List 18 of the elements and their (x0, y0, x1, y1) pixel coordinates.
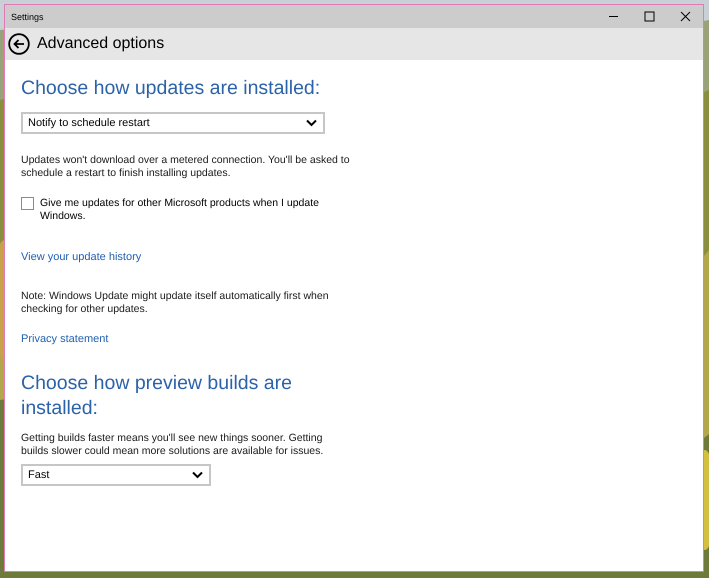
maximize-icon (644, 11, 654, 22)
checkbox[interactable] (21, 197, 34, 210)
page-title: Advanced options (37, 35, 164, 53)
section-heading: Choose how preview builds are installed: (21, 371, 293, 421)
dropdown[interactable]: Notify to schedule restart (21, 112, 325, 134)
description-text: Note: Windows Update might update itself automatically first when checking for other updates. (21, 290, 330, 316)
chevron-down-icon (192, 471, 203, 479)
link[interactable]: View your update history (21, 251, 142, 264)
close-icon (680, 11, 690, 22)
description-text: Getting builds faster means you'll see new things sooner. Getting builds slower could mean more solutions are available for issues. (21, 432, 324, 458)
checkbox-label: Give me updates for other Microsoft products when I update Windows. (40, 197, 320, 223)
window-title: Settings (11, 12, 44, 22)
chevron-down-icon (306, 119, 317, 127)
back-button[interactable] (8, 33, 30, 55)
dropdown[interactable]: Fast (21, 464, 211, 486)
link[interactable]: Privacy statement (21, 333, 108, 346)
section-heading: Choose how updates are installed: (21, 76, 321, 101)
description-text: Updates won't download over a metered connection. You'll be asked to schedule a restart to finish installing updates. (21, 154, 351, 180)
